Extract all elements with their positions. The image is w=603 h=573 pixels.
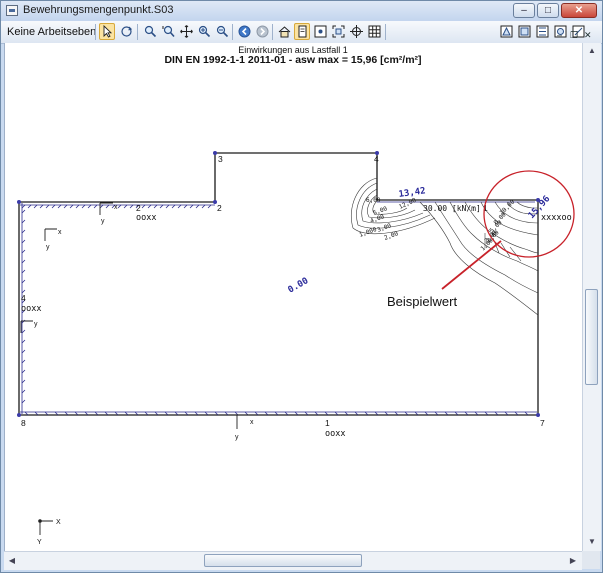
contour-label: 6,00 [366, 197, 381, 204]
axis-label-y: y [101, 218, 105, 225]
crosshair-icon[interactable] [348, 23, 364, 40]
view-3-icon[interactable] [534, 23, 550, 40]
toolbar-separator [272, 24, 273, 40]
toolbar-separator [95, 24, 96, 40]
node-label: 2 [217, 203, 222, 213]
node-markers [17, 151, 540, 417]
layer-dropdown[interactable]: Keine Arbeitseben▼ [7, 24, 107, 40]
zoom-out-icon[interactable] [214, 23, 230, 40]
grid-icon[interactable] [366, 23, 382, 40]
home-icon[interactable] [276, 23, 292, 40]
local-axis-markers [20, 202, 249, 535]
element-label: ooxx [325, 429, 345, 439]
vertical-scroll-thumb[interactable] [585, 289, 598, 385]
node-icon[interactable] [312, 23, 328, 40]
axis-label-y: y [46, 244, 50, 251]
global-axis-label-x: X [56, 519, 61, 526]
axis-label-y: y [235, 434, 239, 441]
node-label: 7 [540, 418, 545, 428]
mdi-minimize-button[interactable]: – [557, 31, 565, 40]
vertical-scrollbar[interactable]: ▲ ▼ [582, 43, 601, 551]
element-label: ooxx [136, 213, 156, 223]
page-icon[interactable] [294, 23, 310, 40]
view-1-icon[interactable] [498, 23, 514, 40]
app-icon [6, 5, 18, 16]
node-label: 1 [325, 418, 330, 428]
horizontal-scroll-thumb[interactable] [204, 554, 362, 567]
global-origin-marker [38, 519, 42, 523]
app-window: Bewehrungsmengenpunkt.S03 – □ ✕ Keine Ar… [0, 0, 603, 573]
node-label: 3 [218, 154, 223, 164]
line-load-label: 30.00 [kN/m] [423, 204, 481, 213]
support-hatching [20, 201, 537, 416]
scroll-left-button[interactable]: ◀ [5, 554, 19, 568]
maximize-button[interactable]: □ [537, 3, 559, 18]
node-label: 2 [136, 203, 141, 213]
forward-icon[interactable] [254, 23, 270, 40]
zoom-icon[interactable] [142, 23, 158, 40]
pan-icon[interactable] [178, 23, 194, 40]
axis-label-x: x [250, 419, 254, 426]
layer-dropdown-value: Keine Arbeitseben [7, 26, 97, 38]
structure-outline [18, 152, 539, 416]
contour-label: 1,000 [358, 226, 378, 239]
back-icon[interactable] [236, 23, 252, 40]
element-label: ooxx [21, 304, 41, 314]
toolbar: Keine Arbeitseben▼ [1, 21, 602, 44]
close-button[interactable]: ✕ [561, 3, 597, 18]
window-title: Bewehrungsmengenpunkt.S03 [23, 4, 174, 16]
view-2-icon[interactable] [516, 23, 532, 40]
axis-label-x: x [58, 229, 62, 236]
global-axis-label-y: Y [37, 539, 42, 546]
toolbar-separator [232, 24, 233, 40]
scroll-up-button[interactable]: ▲ [585, 44, 599, 58]
contour-label: 2,00 [383, 230, 399, 242]
callout-annotation: Beispielwert [387, 294, 457, 309]
center-value: 0.00 [287, 276, 311, 296]
toolbar-separator [137, 24, 138, 40]
mdi-restore-button[interactable]: ❐ [570, 31, 578, 40]
scroll-right-button[interactable]: ▶ [566, 554, 580, 568]
drawing-canvas[interactable]: Einwirkungen aus Lastfall 1 DIN EN 1992-… [4, 43, 583, 551]
node-label: 4 [374, 154, 379, 164]
zoom-window-icon[interactable] [160, 23, 176, 40]
node-label: 8 [21, 418, 26, 428]
horizontal-scrollbar[interactable]: ◀ ▶ [4, 551, 582, 570]
axis-label-y: y [34, 321, 38, 328]
rotate-view-icon[interactable] [118, 23, 134, 40]
toolbar-separator [385, 24, 386, 40]
node-label: 4 [21, 293, 26, 303]
drawing-header-design-code: DIN EN 1992-1-1 2011-01 - asw max = 15,9… [164, 54, 421, 66]
scrollbar-corner [582, 551, 600, 569]
title-bar[interactable]: Bewehrungsmengenpunkt.S03 – □ ✕ [1, 1, 602, 21]
scroll-down-button[interactable]: ▼ [585, 535, 599, 549]
select-arrow-icon[interactable] [99, 23, 115, 40]
element-label: xxxxoo [541, 213, 572, 223]
fit-icon[interactable] [330, 23, 346, 40]
zoom-in-icon[interactable] [196, 23, 212, 40]
minimize-button[interactable]: – [513, 3, 535, 18]
mdi-close-button[interactable]: ✕ [584, 31, 592, 40]
axis-label-x: x [114, 204, 118, 211]
